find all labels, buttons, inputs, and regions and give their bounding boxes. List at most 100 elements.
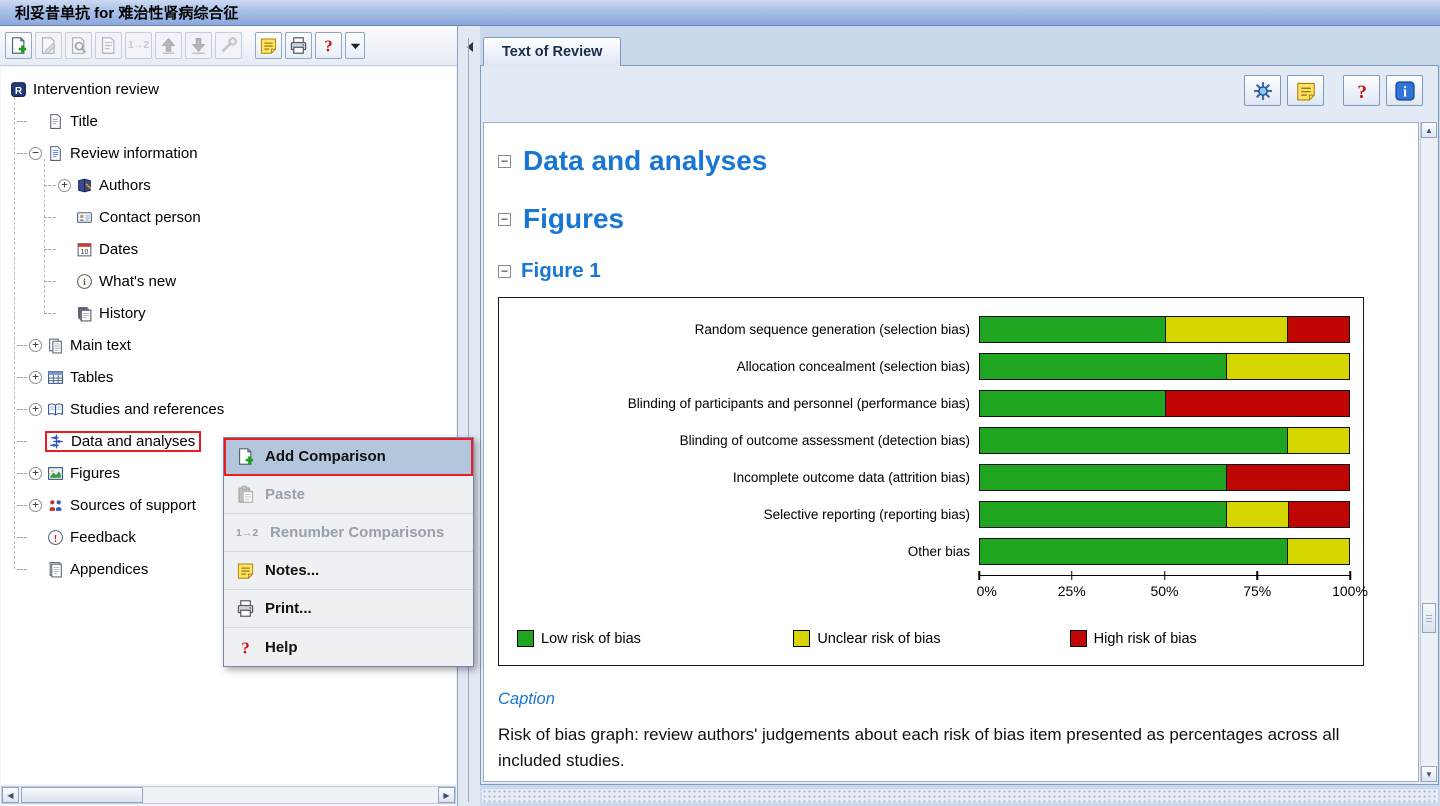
tree-item-label: Tables xyxy=(70,368,114,386)
tree-item-title[interactable]: Title xyxy=(1,105,456,137)
menu-item-label: Print... xyxy=(265,600,312,617)
rob-row-label: Other bias xyxy=(907,544,970,559)
axis-tick-label: 0% xyxy=(976,583,997,599)
tree-node: i What's new xyxy=(74,271,182,292)
tree-item-dates[interactable]: 10 Dates xyxy=(1,233,456,265)
text-of-review-panel: ? i − Data and analyses − Figures − Figur… xyxy=(480,65,1439,785)
new-button[interactable] xyxy=(5,32,32,59)
tree-item-review-information[interactable]: − Review information xyxy=(1,137,456,169)
review-info-icon xyxy=(47,145,64,162)
rob-segment-unclear-risk-of-bias xyxy=(1164,317,1288,342)
rob-row-label: Blinding of participants and personnel (… xyxy=(627,396,970,411)
tree-item-label: History xyxy=(99,304,146,322)
help-button[interactable]: ? xyxy=(1343,75,1380,106)
tree-item-what-s-new[interactable]: i What's new xyxy=(1,265,456,297)
review-icon: R xyxy=(10,81,27,98)
legend-swatch xyxy=(1069,630,1087,647)
caption-label: Caption xyxy=(498,690,555,708)
risk-of-bias-graph: Random sequence generation (selection bi… xyxy=(498,297,1368,666)
tree-item-label: What's new xyxy=(99,272,177,290)
notes-button[interactable] xyxy=(1287,75,1324,106)
tree-item-label: Studies and references xyxy=(70,400,225,418)
tree-item-history[interactable]: History xyxy=(1,297,456,329)
collapse-icon[interactable]: − xyxy=(498,264,511,278)
menu-item-add-comparison[interactable]: Add Comparison xyxy=(224,438,473,476)
rob-row: Selective reporting (reporting bias) xyxy=(503,496,1350,533)
rob-segment-unclear-risk-of-bias xyxy=(1287,428,1349,453)
content-vscrollbar[interactable]: ▲ ▼ xyxy=(1420,122,1437,782)
collapsed-handle-icon[interactable]: + xyxy=(29,370,42,384)
collapsed-handle-icon[interactable]: + xyxy=(29,466,42,480)
tree-item-label: Appendices xyxy=(70,560,149,578)
tree-item-contact-person[interactable]: Contact person xyxy=(1,201,456,233)
scroll-down-button[interactable]: ▼ xyxy=(1421,766,1437,782)
tree-item-authors[interactable]: + Authors xyxy=(1,169,456,201)
analyses-button[interactable] xyxy=(1244,75,1281,106)
tree-node: History xyxy=(74,303,152,324)
tree-node: Sources of support xyxy=(45,495,202,516)
collapse-icon[interactable]: − xyxy=(498,212,511,226)
edit-icon xyxy=(39,36,58,55)
print-button[interactable] xyxy=(285,32,312,59)
menu-item-print[interactable]: Print... xyxy=(224,590,473,628)
axis-tick-label: 50% xyxy=(1150,583,1179,599)
history-icon xyxy=(76,305,93,322)
rob-bar xyxy=(979,538,1350,565)
tree-item-studies-and-references[interactable]: + Studies and references xyxy=(1,393,456,425)
help-icon: ? xyxy=(1351,80,1373,101)
axis-tick xyxy=(1349,571,1351,580)
rob-legend: Low risk of bias Unclear risk of bias High… xyxy=(517,630,1346,647)
tree-node: Appendices xyxy=(45,559,154,580)
tree-item-label: Authors xyxy=(99,176,151,194)
svg-text:?: ? xyxy=(1357,81,1367,101)
add-comparison-icon xyxy=(236,447,255,466)
rob-row: Incomplete outcome data (attrition bias) xyxy=(503,459,1350,496)
info-button[interactable]: i xyxy=(1386,75,1423,106)
info-icon: i xyxy=(1394,80,1416,102)
expanded-handle-icon[interactable]: − xyxy=(29,146,42,160)
hscroll-thumb[interactable] xyxy=(21,787,143,803)
feedback-icon: ! xyxy=(47,529,64,546)
scroll-right-button[interactable]: ▶ xyxy=(438,787,455,803)
legend-swatch xyxy=(793,630,811,647)
tree-item-main-text[interactable]: + Main text xyxy=(1,329,456,361)
collapsed-handle-icon[interactable]: + xyxy=(29,402,42,416)
tree-item-label: Figures xyxy=(70,464,121,482)
context-menu: Add Comparison Paste 1→2 Renumber Compariso… xyxy=(223,437,474,667)
tree-item-intervention-review[interactable]: R Intervention review xyxy=(1,73,456,105)
rob-axis-line: 0% 25% 50% 75% 100% xyxy=(976,571,1368,605)
tab-text-of-review[interactable]: Text of Review xyxy=(483,37,622,66)
legend-swatch xyxy=(517,630,534,647)
tables-icon xyxy=(47,369,64,386)
scroll-up-button[interactable]: ▲ xyxy=(1421,122,1437,138)
rob-row-label: Incomplete outcome data (attrition bias) xyxy=(732,470,970,485)
scroll-left-button[interactable]: ◀ xyxy=(2,787,19,803)
notes-button[interactable] xyxy=(255,32,282,59)
notes-icon xyxy=(259,36,278,55)
vscroll-thumb[interactable] xyxy=(1422,602,1436,633)
menu-item-label: Renumber Comparisons xyxy=(270,524,445,541)
rob-segment-low-risk-of-bias xyxy=(980,317,1165,342)
rob-segment-low-risk-of-bias xyxy=(980,391,1165,416)
tree-item-tables[interactable]: + Tables xyxy=(1,361,456,393)
menu-item-help[interactable]: ? Help xyxy=(224,628,473,666)
collapsed-handle-icon[interactable]: + xyxy=(58,178,71,192)
tree-item-label: Feedback xyxy=(70,528,136,546)
help-button[interactable]: ? xyxy=(315,32,342,59)
hscroll-track[interactable] xyxy=(19,787,438,803)
collapse-icon[interactable]: − xyxy=(498,154,511,168)
rob-segment-unclear-risk-of-bias xyxy=(1287,539,1349,564)
split-pane-divider[interactable] xyxy=(458,26,480,806)
collapsed-handle-icon[interactable]: + xyxy=(29,338,42,352)
move-up-button xyxy=(155,32,182,59)
rob-row-label: Allocation concealment (selection bias) xyxy=(736,359,970,374)
toolbar-more-button[interactable] xyxy=(345,32,365,59)
collapsed-handle-icon[interactable]: + xyxy=(29,498,42,512)
section-heading-figures: − Figures xyxy=(498,203,1406,235)
move-down-button xyxy=(185,32,212,59)
vscroll-track[interactable] xyxy=(1421,138,1437,766)
rob-axis: 0% 25% 50% 75% 100% xyxy=(503,570,1368,610)
menu-item-notes[interactable]: Notes... xyxy=(224,552,473,590)
outline-hscrollbar[interactable]: ◀ ▶ xyxy=(1,786,456,804)
wrench-icon xyxy=(219,36,238,55)
